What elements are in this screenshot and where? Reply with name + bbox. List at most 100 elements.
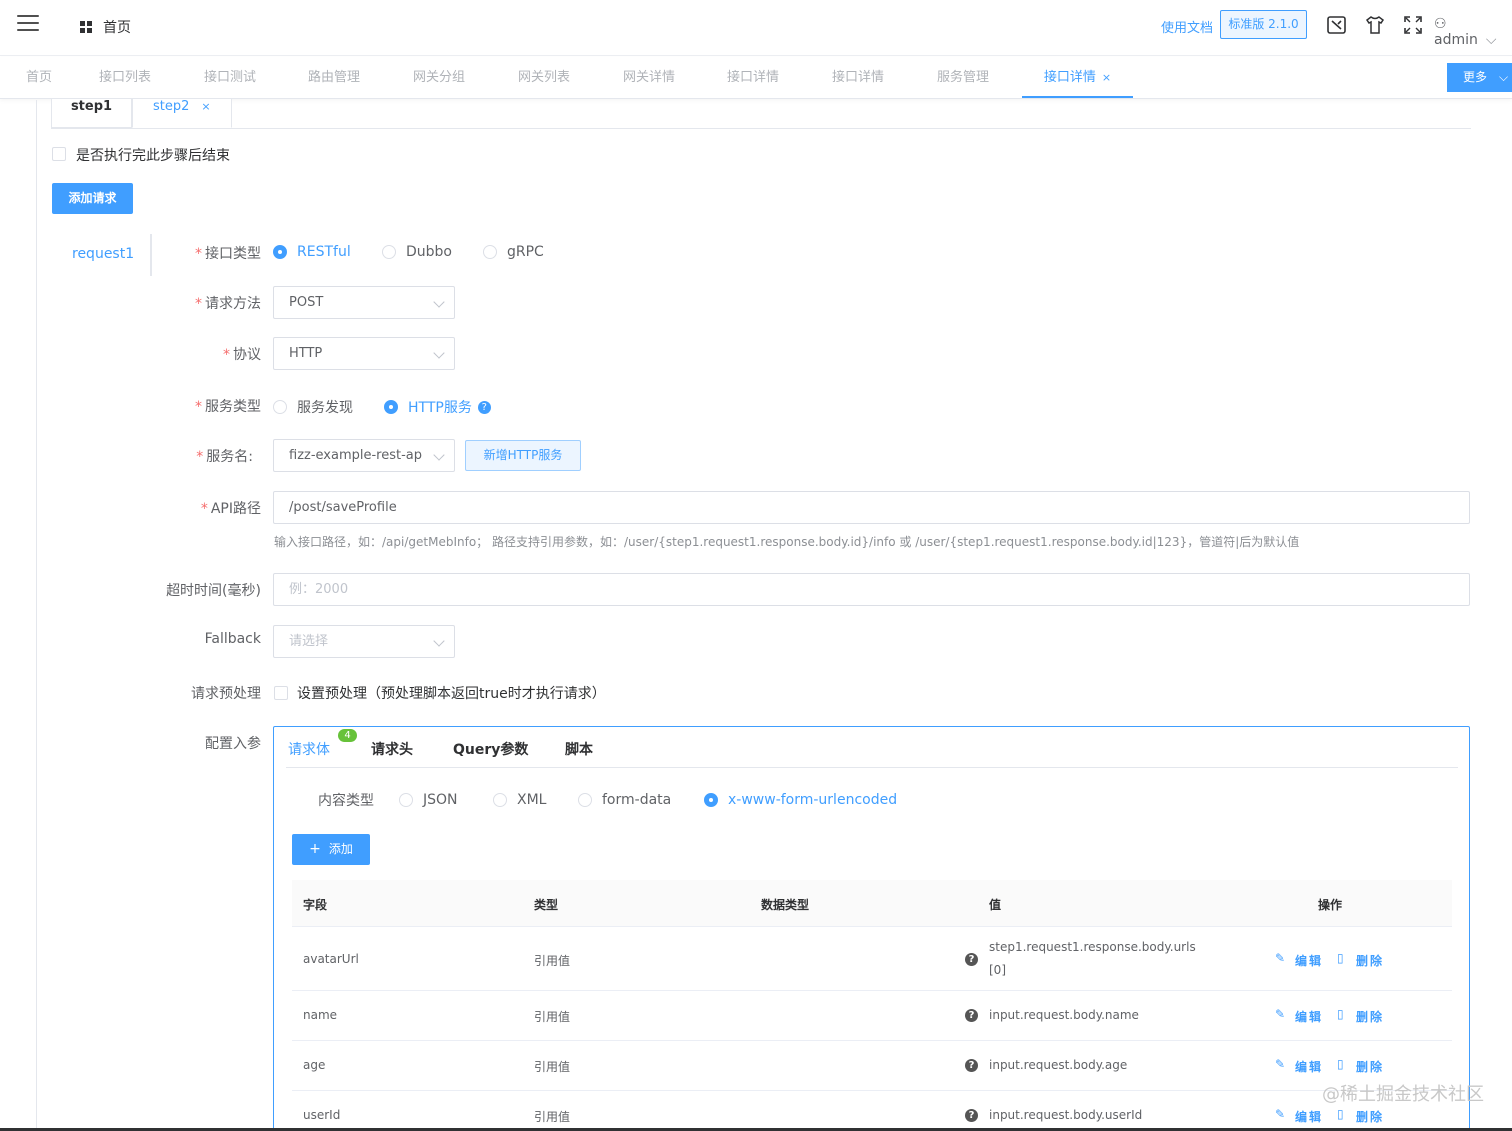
tab-request-body[interactable]: 请求体 (288, 739, 330, 759)
required-mark: * (195, 399, 202, 415)
help-icon[interactable]: ? (965, 1059, 978, 1072)
step-tab-1[interactable]: step1 (51, 99, 132, 128)
end-after-step-checkbox[interactable] (52, 147, 66, 161)
preprocess-checkbox-label: 设置预处理（预处理脚本返回true时才执行请求） (297, 686, 606, 702)
edit-button[interactable]: 编辑 (1295, 952, 1323, 969)
tab-interface-detail[interactable]: 接口详情 (717, 57, 789, 98)
tab-interface-detail[interactable]: 接口详情 (822, 57, 894, 98)
tab-service-management[interactable]: 服务管理 (927, 57, 999, 98)
radio-label: JSON (423, 792, 458, 808)
radio-dot (483, 245, 497, 259)
tab-route-management[interactable]: 路由管理 (298, 57, 370, 98)
delete-button[interactable]: 删除 (1356, 1008, 1384, 1025)
tab-interface-list[interactable]: 接口列表 (89, 57, 161, 98)
tab-script[interactable]: 脚本 (565, 739, 593, 759)
radio-form-data[interactable]: form-data (578, 792, 671, 808)
edit-button[interactable]: 编辑 (1295, 1058, 1323, 1075)
radio-x-www-form-urlencoded[interactable]: x-www-form-urlencoded (704, 792, 897, 808)
tools-icon[interactable] (1326, 14, 1348, 36)
required-mark: * (195, 296, 202, 312)
radio-http-service[interactable]: HTTP服务? (384, 397, 491, 417)
edit-button[interactable]: 编辑 (1295, 1108, 1323, 1125)
protocol-label: * 协议 (160, 344, 261, 364)
breadcrumb-home[interactable]: 首页 (103, 17, 131, 37)
cell-field: name (303, 1008, 338, 1022)
select-placeholder: 请选择 (289, 634, 329, 649)
radio-xml[interactable]: XML (493, 792, 546, 808)
tab-home[interactable]: 首页 (14, 57, 64, 98)
delete-button[interactable]: 删除 (1356, 1058, 1384, 1075)
add-http-service-button[interactable]: 新增HTTP服务 (465, 440, 581, 471)
timeout-label: 超时时间(毫秒) (166, 583, 261, 599)
required-mark: * (195, 246, 202, 262)
close-icon[interactable]: × (201, 100, 210, 113)
more-tabs-button[interactable]: 更多 ⌵ (1447, 63, 1512, 92)
help-icon[interactable]: ? (965, 1009, 978, 1022)
radio-dubbo[interactable]: Dubbo (382, 244, 452, 260)
menu-toggle-icon[interactable] (17, 15, 39, 33)
help-icon[interactable]: ? (965, 953, 978, 966)
protocol-select[interactable]: HTTP (273, 337, 455, 370)
help-icon[interactable]: ? (965, 1109, 978, 1122)
col-actions: 操作 (1318, 898, 1343, 912)
fallback-select[interactable]: 请选择 (273, 625, 455, 658)
col-data-type: 数据类型 (761, 898, 810, 912)
add-request-button[interactable]: 添加请求 (52, 183, 133, 214)
tab-gateway-detail[interactable]: 网关详情 (613, 57, 685, 98)
step-tab-2[interactable]: step2 × (132, 99, 232, 128)
cell-type: 引用值 (534, 954, 571, 968)
help-icon[interactable]: ? (477, 400, 491, 414)
cell-field: avatarUrl (303, 952, 359, 966)
cell-field: age (303, 1058, 326, 1072)
tab-label: 请求体 (288, 742, 330, 758)
tab-request-headers[interactable]: 请求头 (371, 739, 413, 759)
edit-icon: ✎ (1275, 1107, 1286, 1121)
user-icon: ⚇ (1434, 16, 1447, 32)
chevron-down-icon: ⌵ (1499, 70, 1509, 84)
radio-grpc[interactable]: gRPC (483, 244, 544, 260)
label-text: API路径 (210, 501, 261, 517)
theme-shirt-icon[interactable] (1364, 14, 1386, 36)
cell-type: 引用值 (534, 1060, 571, 1074)
params-table-header: 字段 类型 数据类型 值 操作 (292, 880, 1452, 927)
content-type-label: 内容类型 (318, 793, 374, 809)
radio-json[interactable]: JSON (399, 792, 458, 808)
chevron-down-icon (433, 635, 445, 647)
radio-dot (493, 793, 507, 807)
tab-interface-detail-active[interactable]: 接口详情 × (1022, 57, 1133, 98)
radio-label: gRPC (507, 244, 544, 260)
edit-button[interactable]: 编辑 (1295, 1008, 1323, 1025)
cell-value: step1.request1.response.body.urls (989, 940, 1196, 954)
trash-icon: ▯ (1337, 1007, 1344, 1021)
service-name-select[interactable]: fizz-example-rest-ap (273, 439, 455, 472)
delete-button[interactable]: 删除 (1356, 952, 1384, 969)
fallback-label: Fallback (204, 631, 261, 647)
cell-value: input.request.body.age (989, 1058, 1128, 1072)
method-select[interactable]: POST (273, 286, 455, 319)
chevron-down-icon: ⌵ (1485, 32, 1497, 48)
preprocess-checkbox[interactable] (274, 686, 288, 700)
add-param-button[interactable]: + 添加 (292, 834, 370, 865)
button-label: 添加 (328, 842, 353, 856)
request-nav-item[interactable]: request1 (72, 246, 134, 262)
required-mark: * (223, 347, 230, 363)
label-text: 接口类型 (205, 246, 261, 262)
delete-button[interactable]: 删除 (1356, 1108, 1384, 1125)
tab-query-params[interactable]: Query参数 (453, 739, 528, 759)
tab-gateway-group[interactable]: 网关分组 (403, 57, 475, 98)
tab-gateway-list[interactable]: 网关列表 (508, 57, 580, 98)
config-params-label: 配置入参 (205, 736, 261, 752)
user-menu[interactable]: ⚇ admin ⌵ (1434, 16, 1512, 48)
cell-type: 引用值 (534, 1110, 571, 1124)
fullscreen-icon[interactable] (1402, 14, 1424, 36)
api-path-input[interactable]: /post/saveProfile (273, 491, 1470, 524)
close-icon[interactable]: × (1102, 71, 1111, 84)
radio-label: form-data (602, 792, 672, 808)
radio-restful[interactable]: RESTful (273, 244, 351, 260)
radio-dot (384, 400, 398, 414)
cell-value: input.request.body.name (989, 1008, 1139, 1022)
tab-interface-test[interactable]: 接口测试 (194, 57, 266, 98)
timeout-input[interactable]: 例：2000 (273, 573, 1470, 606)
docs-link[interactable]: 使用文档 (1161, 17, 1213, 36)
radio-service-discovery[interactable]: 服务发现 (273, 397, 353, 417)
